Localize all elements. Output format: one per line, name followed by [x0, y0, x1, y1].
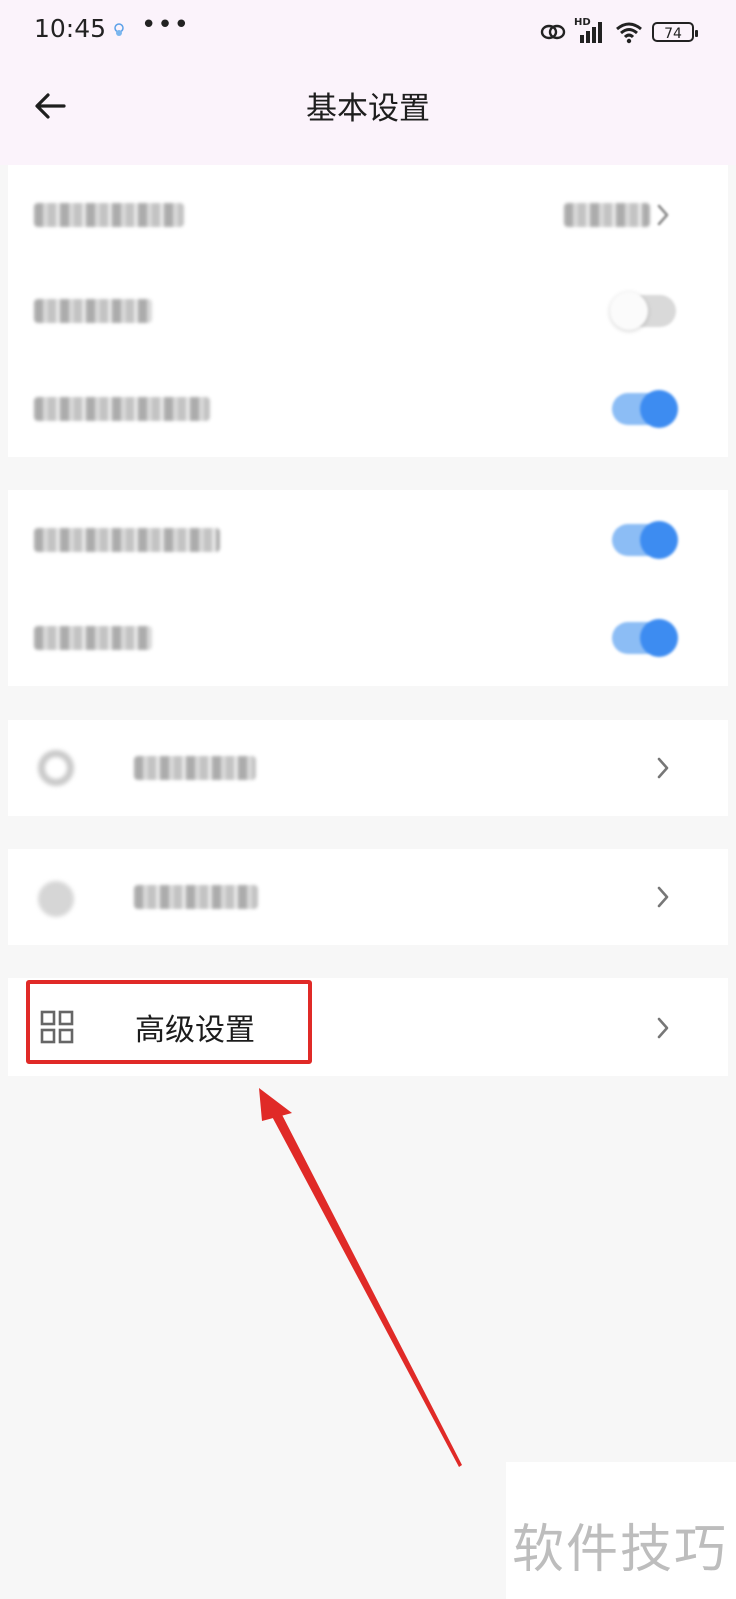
blurred-label: [34, 528, 220, 552]
chevron-right-icon: [657, 886, 669, 908]
toggle-switch-on[interactable]: [612, 619, 678, 657]
toggle-switch-on[interactable]: [612, 390, 678, 428]
signal-icon: HD: [574, 17, 606, 45]
status-more-dots: •••: [141, 10, 191, 40]
settings-row-5[interactable]: [8, 590, 728, 682]
blurred-label: [34, 626, 152, 650]
status-time: 10:45: [34, 14, 107, 43]
chevron-right-icon: [657, 204, 669, 226]
page-title: 基本设置: [306, 91, 430, 127]
link-icon: [540, 24, 566, 40]
settings-row-3[interactable]: [8, 363, 728, 455]
blurred-label: [34, 397, 210, 421]
app-notification-icon: [114, 23, 124, 36]
top-bar: 10:45 ••• HD 74 基本设置: [0, 0, 736, 165]
blurred-label: [134, 756, 256, 780]
settings-row-2[interactable]: [8, 265, 728, 357]
settings-row-4[interactable]: [8, 492, 728, 584]
toggle-switch-off[interactable]: [610, 292, 676, 330]
blurred-label: [34, 299, 152, 323]
settings-card-1: [8, 165, 728, 457]
blurred-setting-icon: [38, 881, 74, 917]
settings-card-4[interactable]: [8, 849, 728, 945]
chevron-right-icon: [657, 1017, 669, 1039]
blurred-setting-icon: [38, 750, 74, 786]
settings-row-1[interactable]: [8, 167, 728, 259]
blurred-value: [564, 203, 650, 227]
battery-icon: 74: [652, 22, 698, 42]
highlight-annotation-box: [26, 980, 312, 1064]
settings-card-2: [8, 490, 728, 686]
watermark-text: 软件技巧: [512, 1520, 729, 1580]
blurred-label: [34, 203, 184, 227]
settings-card-3[interactable]: [8, 720, 728, 816]
toggle-switch-on[interactable]: [612, 521, 678, 559]
status-icons: HD 74: [540, 17, 698, 46]
chevron-right-icon: [657, 757, 669, 779]
wifi-icon: [616, 22, 642, 44]
battery-level: 74: [664, 26, 682, 42]
blurred-label: [134, 885, 258, 909]
